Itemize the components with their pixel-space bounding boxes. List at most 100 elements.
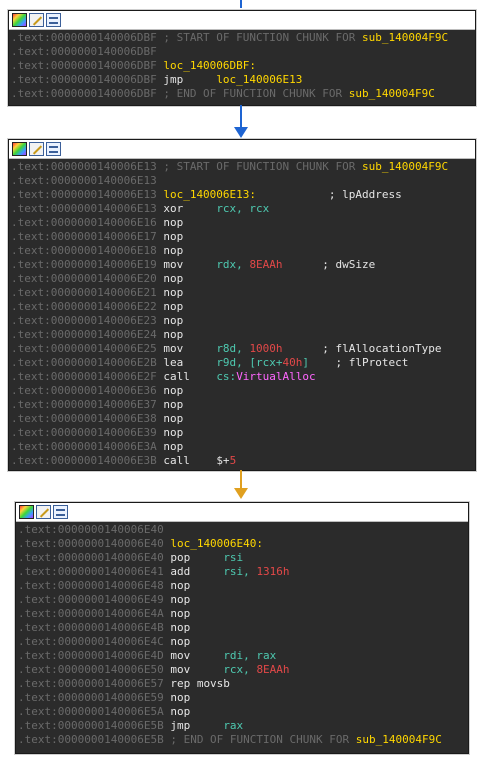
line-token-lbl[interactable]: loc_140006E13 [216,73,302,86]
code-line[interactable]: .text:0000000140006E2F call cs:VirtualAl… [11,370,475,384]
code-line[interactable]: .text:0000000140006E59 nop [18,691,468,705]
graph-icon[interactable] [53,505,68,519]
palette-icon[interactable] [12,142,27,156]
line-token-lbl[interactable]: loc_140006DBF: [157,59,256,72]
code-line[interactable]: .text:0000000140006E2B lea r9d, [rcx+40h… [11,356,475,370]
line-token-lbl[interactable]: loc_140006E13: [157,188,256,201]
code-line[interactable]: .text:0000000140006E19 mov rdx, 8EAAh ; … [11,258,475,272]
code-line[interactable]: .text:0000000140006E4D mov rdi, rax [18,649,468,663]
line-address: .text:0000000140006DBF [11,59,157,72]
code-line[interactable]: .text:0000000140006E24 nop [11,328,475,342]
code-line[interactable]: .text:0000000140006E4C nop [18,635,468,649]
code-line[interactable]: .text:0000000140006E17 nop [11,230,475,244]
palette-icon[interactable] [19,505,34,519]
line-token-num: 8EAAh [249,258,283,271]
line-token-lbl[interactable]: loc_140006E40: [164,537,263,550]
line-token-mn: nop [156,244,184,257]
code-line[interactable]: .text:0000000140006E13 xor rcx, rcx [11,202,475,216]
palette-icon[interactable] [12,13,27,27]
block-lines: .text:0000000140006E40 .text:000000014000… [16,522,468,747]
line-token-sub[interactable]: sub_140004F9C [362,160,448,173]
code-line[interactable]: .text:0000000140006E3A nop [11,440,475,454]
line-token-sub[interactable]: sub_140004F9C [356,733,442,746]
line-token-mn: nop [163,691,191,704]
code-line[interactable]: .text:0000000140006DBF ; END OF FUNCTION… [11,87,475,101]
code-line[interactable]: .text:0000000140006E40 [18,523,468,537]
line-token-mn: rep movsb [163,677,230,690]
code-line[interactable]: .text:0000000140006E13 loc_140006E13: ; … [11,188,475,202]
code-line[interactable]: .text:0000000140006E4A nop [18,607,468,621]
graph-icon[interactable] [46,142,61,156]
code-line[interactable]: .text:0000000140006E39 nop [11,426,475,440]
code-line[interactable]: .text:0000000140006E5B jmp rax [18,719,468,733]
line-token-mn: nop [156,286,184,299]
line-token-mn: nop [156,426,184,439]
code-line[interactable]: .text:0000000140006E49 nop [18,593,468,607]
code-line[interactable]: .text:0000000140006E20 nop [11,272,475,286]
edit-icon[interactable] [29,142,44,156]
line-token-mn: nop [156,314,184,327]
code-line[interactable]: .text:0000000140006E13 [11,174,475,188]
line-address: .text:0000000140006E13 [11,160,157,173]
code-line[interactable]: .text:0000000140006E16 nop [11,216,475,230]
line-token-sub[interactable]: sub_140004F9C [349,87,435,100]
line-address: .text:0000000140006E4B [18,621,164,634]
code-line[interactable]: .text:0000000140006E22 nop [11,300,475,314]
edit-icon[interactable] [29,13,44,27]
code-line[interactable]: .text:0000000140006E5B ; END OF FUNCTION… [18,733,468,747]
code-line[interactable]: .text:0000000140006E37 nop [11,398,475,412]
line-address: .text:0000000140006E25 [11,342,157,355]
line-token-num: 1316h [256,565,290,578]
code-line[interactable]: .text:0000000140006E5A nop [18,705,468,719]
line-address: .text:0000000140006E13 [11,202,157,215]
line-token-mn: mov [156,342,217,355]
line-address: .text:0000000140006E4D [18,649,164,662]
line-token-sub[interactable]: sub_140004F9C [362,31,448,44]
line-address: .text:0000000140006E37 [11,398,157,411]
line-token-reg: r9d, [rcx+ [216,356,283,369]
code-block-1[interactable]: .text:0000000140006DBF ; START OF FUNCTI… [8,10,476,106]
code-line[interactable]: .text:0000000140006E48 nop [18,579,468,593]
code-block-2[interactable]: .text:0000000140006E13 ; START OF FUNCTI… [8,139,476,471]
code-line[interactable]: .text:0000000140006E40 pop rsi [18,551,468,565]
line-token-cmt: ; START OF FUNCTION CHUNK FOR [156,31,363,44]
code-line[interactable]: .text:0000000140006E50 mov rcx, 8EAAh [18,663,468,677]
line-address: .text:0000000140006E38 [11,412,157,425]
line-address: .text:0000000140006E41 [18,565,164,578]
line-address: .text:0000000140006E40 [18,523,164,536]
code-line[interactable]: .text:0000000140006DBF [11,45,475,59]
code-line[interactable]: .text:0000000140006E38 nop [11,412,475,426]
code-line[interactable]: .text:0000000140006E21 nop [11,286,475,300]
code-line[interactable]: .text:0000000140006E3B call $+5 [11,454,475,468]
code-line[interactable]: .text:0000000140006E23 nop [11,314,475,328]
line-token-cmt: ; START OF FUNCTION CHUNK FOR [156,160,363,173]
code-block-3[interactable]: .text:0000000140006E40 .text:000000014000… [15,502,469,754]
code-line[interactable]: .text:0000000140006E41 add rsi, 1316h [18,565,468,579]
code-line[interactable]: .text:0000000140006E13 ; START OF FUNCTI… [11,160,475,174]
code-line[interactable]: .text:0000000140006DBF jmp loc_140006E13 [11,73,475,87]
line-address: .text:0000000140006E24 [11,328,157,341]
edit-icon[interactable] [36,505,51,519]
code-line[interactable]: .text:0000000140006E36 nop [11,384,475,398]
code-line[interactable]: .text:0000000140006E40 loc_140006E40: [18,537,468,551]
code-line[interactable]: .text:0000000140006E4B nop [18,621,468,635]
line-address: .text:0000000140006E40 [18,551,164,564]
code-line[interactable]: .text:0000000140006DBF loc_140006DBF: [11,59,475,73]
line-address: .text:0000000140006DBF [11,31,157,44]
line-address: .text:0000000140006E21 [11,286,157,299]
line-address: .text:0000000140006E22 [11,300,157,313]
line-token-mn: call [156,454,217,467]
line-token-mn: nop [163,593,191,606]
edge-block1-to-block2 [234,105,248,138]
code-line[interactable]: .text:0000000140006E18 nop [11,244,475,258]
line-token-pcmt: ; dwSize [282,258,376,271]
code-line[interactable]: .text:0000000140006DBF ; START OF FUNCTI… [11,31,475,45]
graph-icon[interactable] [46,13,61,27]
code-line[interactable]: .text:0000000140006E57 rep movsb [18,677,468,691]
incoming-edge [240,0,242,8]
line-token-imp[interactable]: VirtualAlloc [236,370,315,383]
line-token-reg: rcx, rcx [216,202,270,215]
line-address: .text:0000000140006E13 [11,188,157,201]
code-line[interactable]: .text:0000000140006E25 mov r8d, 1000h ; … [11,342,475,356]
line-token-pcmt: ; flAllocationType [282,342,442,355]
